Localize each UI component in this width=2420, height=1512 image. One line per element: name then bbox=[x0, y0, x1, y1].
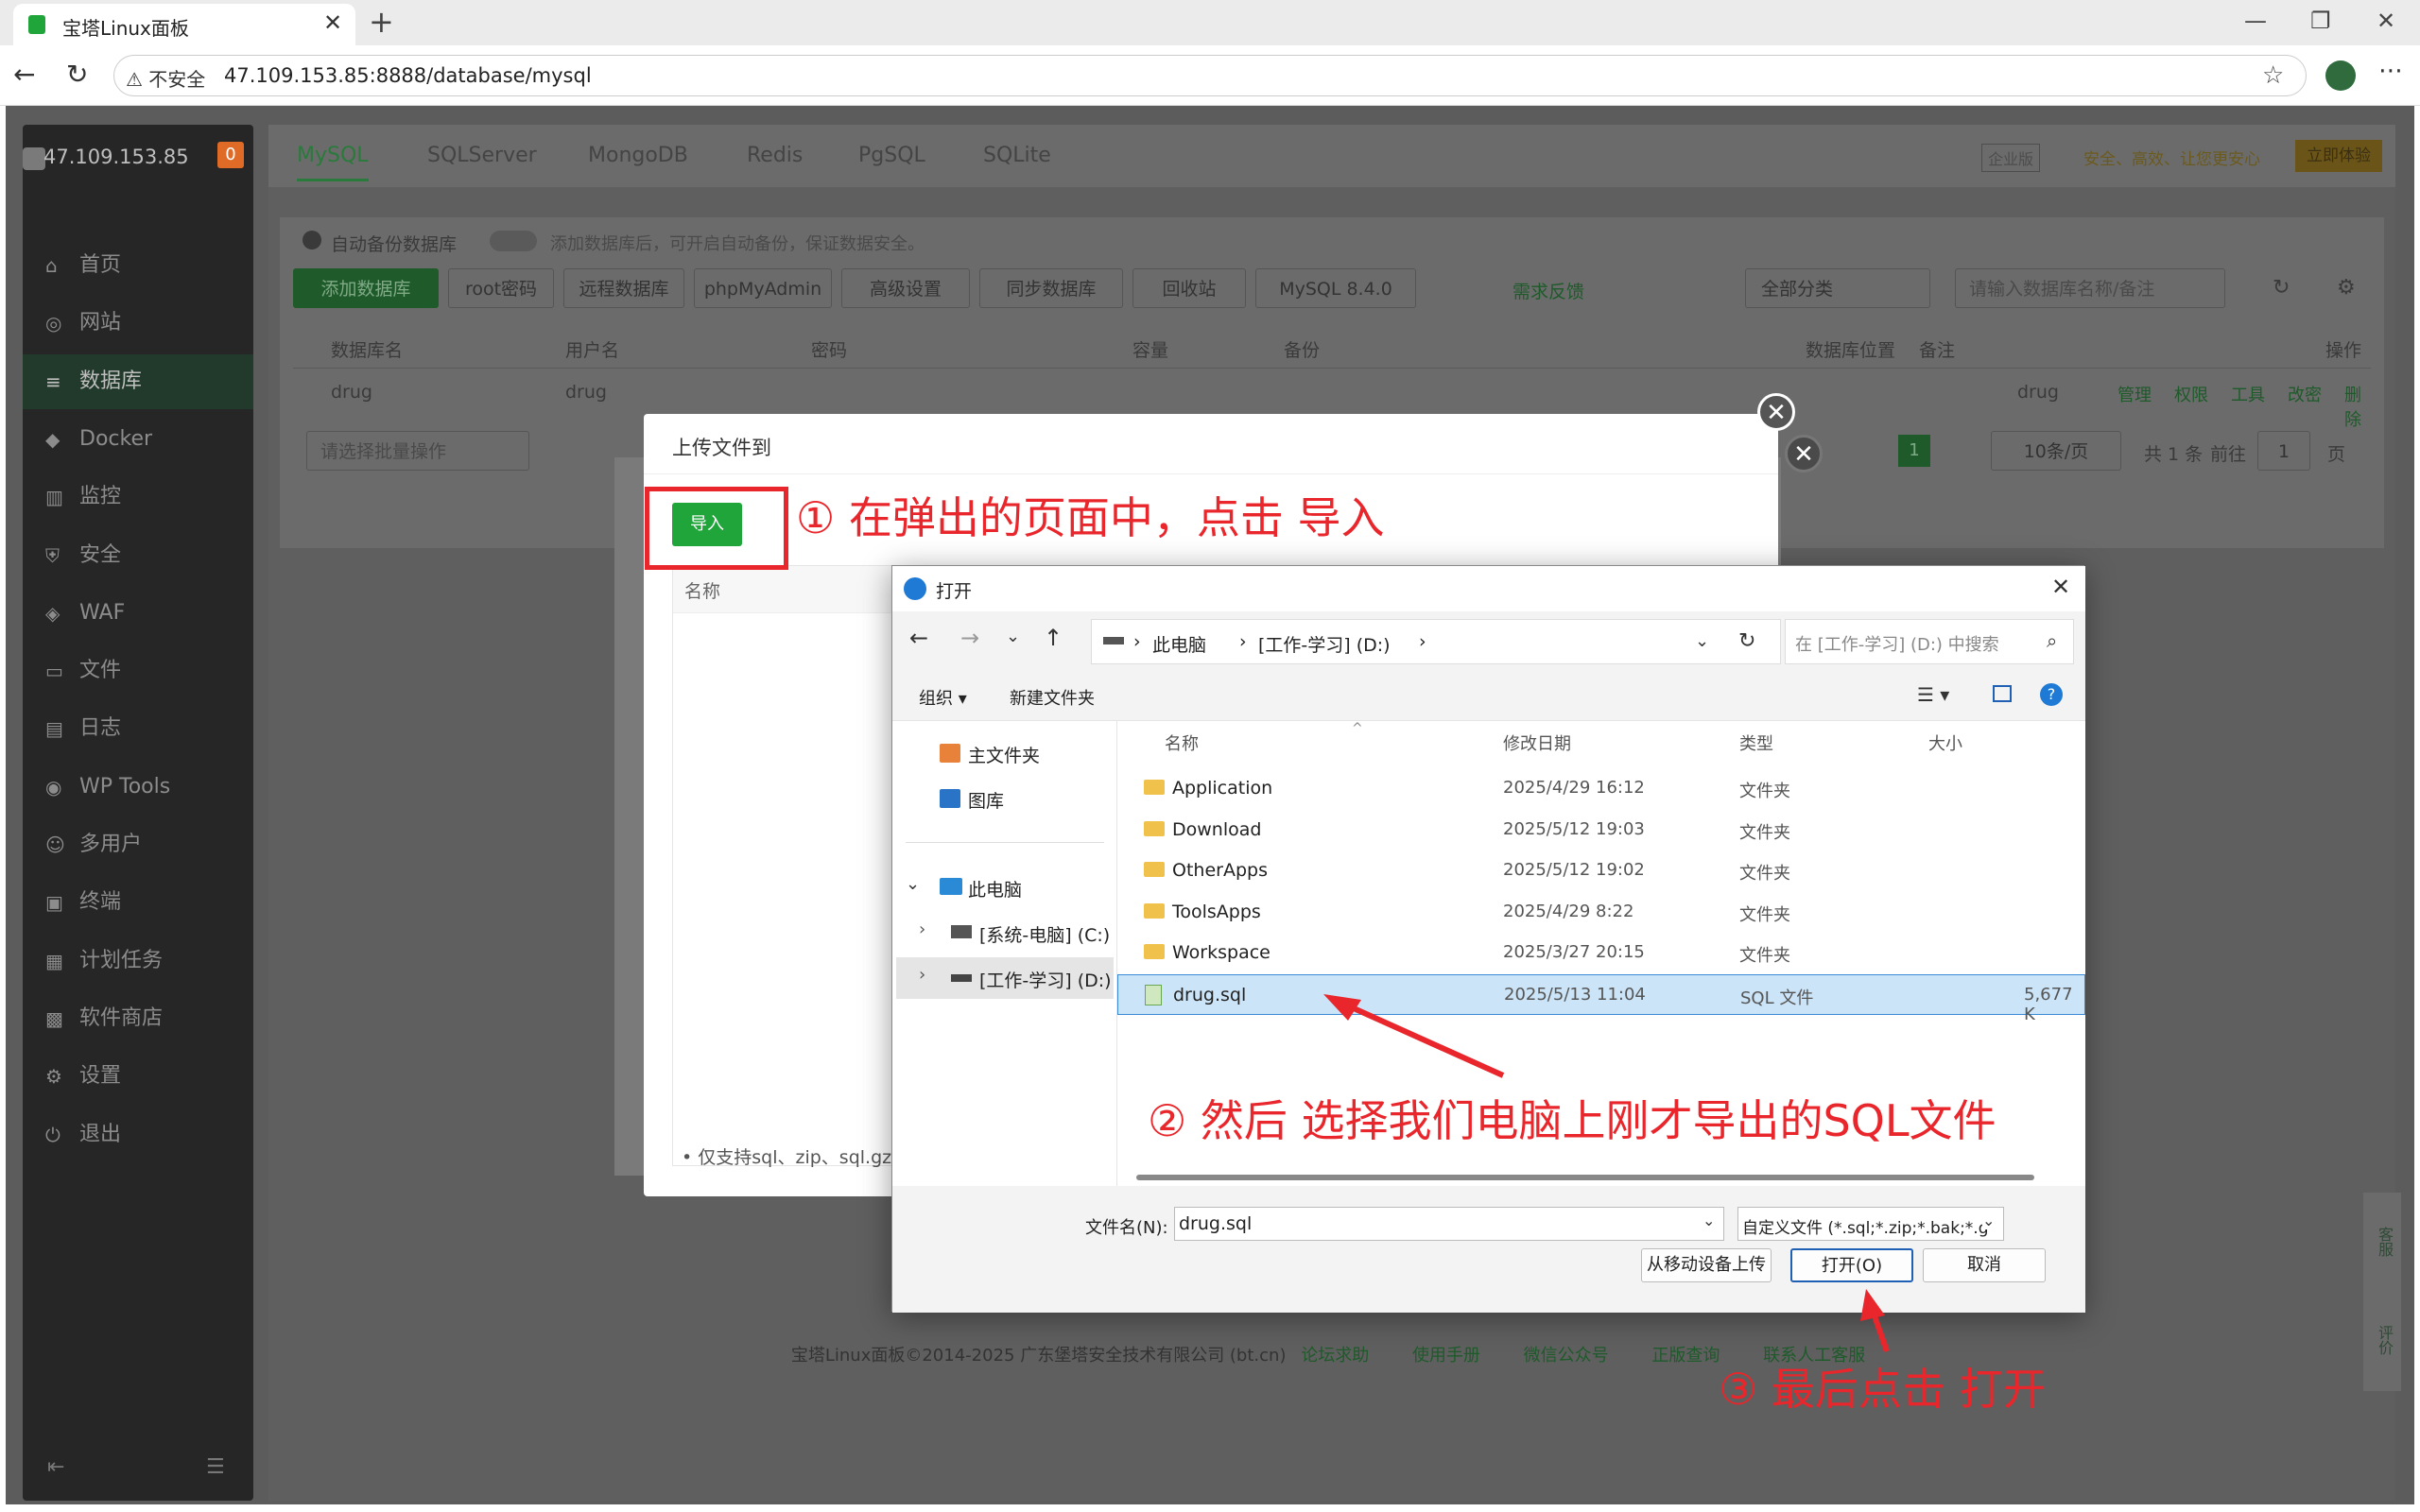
annotation-arrows bbox=[1323, 994, 1890, 1352]
footer-link-license[interactable]: 正版查询 bbox=[1651, 1346, 1720, 1366]
footer-copyright: 宝塔Linux面板©2014-2025 广东堡塔安全技术有限公司 (bt.cn) bbox=[790, 1346, 1287, 1366]
customer-service-link[interactable]: 客服 bbox=[2373, 1227, 2395, 1257]
footer-link-forum[interactable]: 论坛求助 bbox=[1301, 1346, 1369, 1366]
footer: 宝塔Linux面板©2014-2025 广东堡塔安全技术有限公司 (bt.cn)… bbox=[265, 1342, 2392, 1366]
footer-link-support[interactable]: 联系人工客服 bbox=[1763, 1346, 1865, 1366]
footer-link-manual[interactable]: 使用手册 bbox=[1412, 1346, 1480, 1366]
step2-annotation: ② 然后 选择我们电脑上刚才导出的SQL文件 bbox=[1148, 1095, 1996, 1146]
step3-arrow-head bbox=[1860, 1289, 1885, 1321]
step2-arrow-head bbox=[1323, 994, 1361, 1021]
step2-arrow-line bbox=[1333, 997, 1505, 1078]
footer-link-wechat[interactable]: 微信公众号 bbox=[1524, 1346, 1609, 1366]
